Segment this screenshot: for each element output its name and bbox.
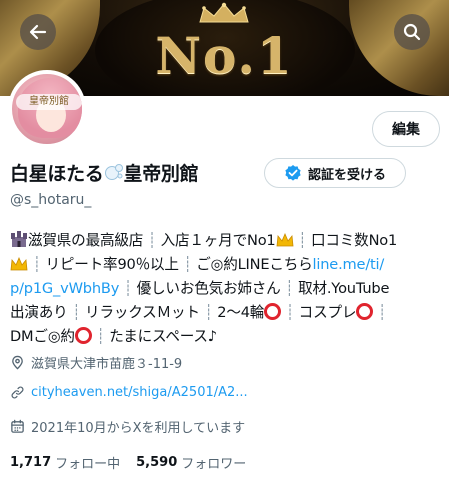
bio-text-4b: リラックスＭット (85, 304, 200, 321)
red-circle-emoji-icon (74, 327, 92, 344)
bio-text-2b: ご◎約LINEこちら (196, 256, 313, 273)
bio-line-4: 出演あり ┊ リラックスＭット ┊ 2～4輪 ┊ コスプレ ┊ (10, 303, 387, 321)
follow-stats: 1,717 フォロー中 5,590 フォロワー (10, 453, 258, 472)
bio-text-3b: 優しいお色気お姉さん (136, 280, 281, 297)
display-name-part2: 皇帝別館 (123, 162, 199, 185)
back-button[interactable] (20, 14, 56, 50)
followers-count: 5,590 (136, 455, 178, 470)
edit-profile-button[interactable]: 編集 (372, 111, 440, 147)
display-name-row: 白星ほたる 皇帝別館 (10, 157, 199, 187)
link-icon (11, 386, 24, 399)
bio-text-5b: たまにスペース♪ (109, 328, 217, 345)
bio-line-5: DMご◎約 ┊ たまにスペース♪ (10, 327, 217, 345)
bio-text-1b: 入店１ヶ月でNo1 (160, 232, 276, 249)
bio-text-4c: 2～4輪 (217, 304, 265, 321)
banner-crown-icon (199, 2, 249, 23)
bio-text-1c: 口コミ数No1 (311, 232, 398, 249)
bio-text-4d: コスプレ (298, 304, 357, 321)
following-label: フォロー中 (55, 457, 121, 472)
followers-link[interactable]: 5,590 フォロワー (136, 453, 246, 472)
bio-link-line-part1[interactable]: line.me/ti/ (313, 256, 385, 273)
website-link[interactable]: cityheaven.net/shiga/A2501/A2... (31, 385, 248, 400)
calendar-icon (11, 419, 24, 433)
followers-label: フォロワー (181, 457, 247, 472)
joined-text: 2021年10月からXを利用しています (31, 421, 246, 436)
profile-joined-date: 2021年10月からXを利用しています (10, 417, 245, 436)
profile-bio: 滋賀県の最高級店 ┊ 入店１ヶ月でNo1 ┊ 口コミ数No1 ┊ リピート率90… (10, 229, 442, 349)
search-icon (403, 23, 421, 41)
following-link[interactable]: 1,717 フォロー中 (10, 453, 120, 472)
bio-text-1a: 滋賀県の最高級店 (28, 232, 144, 249)
castle-emoji-icon (11, 231, 27, 247)
bio-line-1: 滋賀県の最高級店 ┊ 入店１ヶ月でNo1 ┊ 口コミ数No1 (10, 229, 442, 253)
bio-text-4a: 出演あり (10, 304, 68, 321)
search-button[interactable] (394, 14, 430, 50)
profile-website: cityheaven.net/shiga/A2501/A2... (10, 385, 248, 400)
user-handle: @s_hotaru_ (10, 192, 92, 208)
bio-text-5a: DMご◎約 (10, 328, 75, 345)
avatar[interactable]: 皇帝別館 (8, 70, 86, 148)
bubbles-emoji-icon (104, 164, 123, 180)
get-verified-button[interactable]: 認証を受ける (264, 158, 406, 188)
bio-line-2: ┊ リピート率90％以上 ┊ ご◎約LINEこちらline.me/ti/ (10, 253, 442, 277)
profile-location: 滋賀県大津市苗鹿３-11-9 (10, 353, 182, 372)
bio-line-3: p/p1G_vWbhBy ┊ 優しいお色気お姉さん ┊ 取材.YouTube (10, 280, 390, 297)
verified-badge-icon (285, 165, 301, 181)
avatar-logo-badge: 皇帝別館 (16, 94, 82, 110)
get-verified-label: 認証を受ける (307, 167, 386, 183)
red-circle-emoji-icon (356, 303, 374, 320)
crown-emoji-icon (10, 257, 28, 271)
following-count: 1,717 (10, 455, 52, 470)
red-circle-emoji-icon (264, 303, 282, 320)
bio-link-line-part2[interactable]: p/p1G_vWbhBy (10, 280, 119, 297)
back-arrow-icon (29, 24, 47, 40)
crown-emoji-icon (276, 233, 293, 247)
display-name-part1: 白星ほたる (10, 162, 104, 185)
location-text: 滋賀県大津市苗鹿３-11-9 (31, 357, 183, 372)
bio-text-3c: 取材.YouTube (298, 280, 390, 297)
location-icon (12, 355, 23, 370)
bio-text-2a: リピート率90％以上 (45, 256, 179, 273)
